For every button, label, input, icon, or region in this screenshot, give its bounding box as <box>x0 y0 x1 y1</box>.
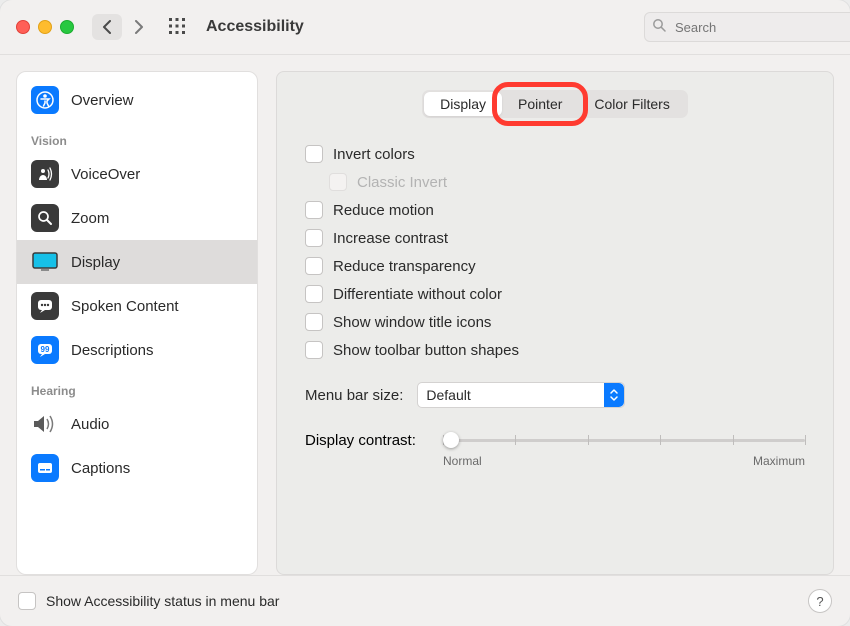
sidebar-item-label: Spoken Content <box>71 298 179 315</box>
tab-bar: Display Pointer Color Filters <box>305 90 805 118</box>
menu-bar-size-select[interactable]: Default <box>417 382 625 408</box>
display-contrast-row: Display contrast: No <box>305 430 805 468</box>
menu-bar-size-label: Menu bar size: <box>305 387 403 404</box>
sidebar-heading-hearing: Hearing <box>17 372 257 402</box>
tab-display[interactable]: Display <box>424 92 502 116</box>
checkbox-reduce-motion[interactable]: Reduce motion <box>305 196 805 224</box>
checkbox-differentiate-without-color[interactable]: Differentiate without color <box>305 280 805 308</box>
sidebar-item-audio[interactable]: Audio <box>17 402 257 446</box>
audio-icon <box>31 410 59 438</box>
sidebar-item-display[interactable]: Display <box>17 240 257 284</box>
footer: Show Accessibility status in menu bar ? <box>0 575 850 626</box>
spoken-content-icon <box>31 292 59 320</box>
overview-icon <box>31 86 59 114</box>
contrast-min-label: Normal <box>443 454 482 468</box>
window-body: Overview Vision VoiceOver Zoom Displa <box>0 55 850 575</box>
checkbox-show-window-title-icons[interactable]: Show window title icons <box>305 308 805 336</box>
checkbox-classic-invert: Classic Invert <box>305 168 805 196</box>
content-area: Display Pointer Color Filters Invert col… <box>276 71 834 575</box>
back-button[interactable] <box>92 14 122 40</box>
forward-button[interactable] <box>124 14 154 40</box>
nav-buttons <box>92 14 154 40</box>
sidebar-item-overview[interactable]: Overview <box>17 78 257 122</box>
window-title: Accessibility <box>206 18 304 36</box>
tab-color-filters[interactable]: Color Filters <box>578 92 685 116</box>
sidebar-item-label: VoiceOver <box>71 166 140 183</box>
sidebar-item-label: Display <box>71 254 120 271</box>
settings-panel: Display Pointer Color Filters Invert col… <box>276 71 834 575</box>
sidebar-item-spoken-content[interactable]: Spoken Content <box>17 284 257 328</box>
descriptions-icon: 99 <box>31 336 59 364</box>
sidebar-item-label: Zoom <box>71 210 109 227</box>
checkbox-reduce-transparency[interactable]: Reduce transparency <box>305 252 805 280</box>
search-field-wrapper <box>644 12 834 42</box>
accessibility-preferences-window: Accessibility Overview Vision VoiceOver <box>0 0 850 626</box>
sidebar-item-label: Captions <box>71 460 130 477</box>
sidebar-item-zoom[interactable]: Zoom <box>17 196 257 240</box>
sidebar-item-voiceover[interactable]: VoiceOver <box>17 152 257 196</box>
checkbox-increase-contrast[interactable]: Increase contrast <box>305 224 805 252</box>
window-controls <box>16 20 74 34</box>
chevron-right-icon <box>134 20 144 34</box>
show-all-button[interactable] <box>168 17 188 37</box>
sidebar-item-label: Overview <box>71 92 134 109</box>
sidebar-item-label: Descriptions <box>71 342 154 359</box>
help-button[interactable]: ? <box>808 589 832 613</box>
sidebar-item-label: Audio <box>71 416 109 433</box>
captions-icon <box>31 454 59 482</box>
search-icon <box>652 18 666 32</box>
checkbox-show-toolbar-button-shapes[interactable]: Show toolbar button shapes <box>305 336 805 364</box>
checkbox-show-status-menubar[interactable]: Show Accessibility status in menu bar <box>18 587 279 615</box>
checkbox-invert-colors[interactable]: Invert colors <box>305 140 805 168</box>
menu-bar-size-value: Default <box>426 387 470 403</box>
zoom-window-button[interactable] <box>60 20 74 34</box>
menu-bar-size-row: Menu bar size: Default <box>305 382 805 408</box>
contrast-max-label: Maximum <box>753 454 805 468</box>
display-icon <box>31 248 59 276</box>
sidebar-item-descriptions[interactable]: 99 Descriptions <box>17 328 257 372</box>
display-contrast-slider[interactable] <box>443 430 805 450</box>
minimize-window-button[interactable] <box>38 20 52 34</box>
zoom-icon <box>31 204 59 232</box>
close-window-button[interactable] <box>16 20 30 34</box>
slider-knob[interactable] <box>443 432 459 448</box>
search-input[interactable] <box>644 12 850 42</box>
sidebar[interactable]: Overview Vision VoiceOver Zoom Displa <box>16 71 258 575</box>
tab-pointer[interactable]: Pointer <box>502 92 578 116</box>
titlebar: Accessibility <box>0 0 850 55</box>
voiceover-icon <box>31 160 59 188</box>
grid-icon <box>168 17 186 35</box>
svg-text:99: 99 <box>41 345 50 354</box>
sidebar-item-captions[interactable]: Captions <box>17 446 257 490</box>
segmented-control: Display Pointer Color Filters <box>422 90 688 118</box>
chevron-left-icon <box>102 20 112 34</box>
display-contrast-label: Display contrast: <box>305 432 431 449</box>
sidebar-heading-vision: Vision <box>17 122 257 152</box>
select-stepper-icon <box>604 383 624 407</box>
